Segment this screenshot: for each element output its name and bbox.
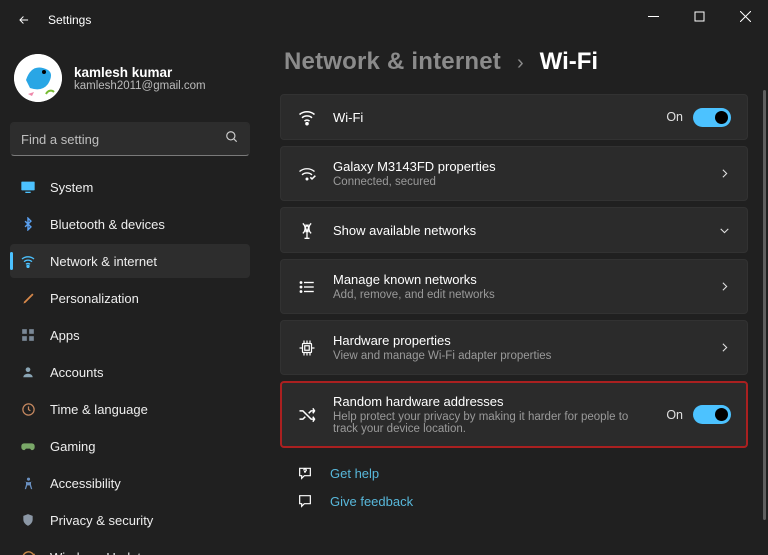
panel-title: Show available networks <box>333 223 702 238</box>
panel-network-properties[interactable]: Galaxy M3143FD properties Connected, sec… <box>280 146 748 201</box>
panel-wifi-toggle[interactable]: Wi-Fi On <box>280 94 748 140</box>
chevron-right-icon <box>718 167 731 180</box>
panel-hardware-properties[interactable]: Hardware properties View and manage Wi-F… <box>280 320 748 375</box>
nav-time[interactable]: Time & language <box>10 392 250 426</box>
antenna-icon <box>297 220 317 240</box>
nav-apps[interactable]: Apps <box>10 318 250 352</box>
chevron-right-icon: › <box>517 52 524 75</box>
panel-title: Manage known networks <box>333 272 702 287</box>
help-icon <box>296 464 314 482</box>
panel-subtitle: Add, remove, and edit networks <box>333 289 702 301</box>
nav-label: Accounts <box>50 365 103 380</box>
search-box[interactable] <box>10 122 250 156</box>
nav-network[interactable]: Network & internet <box>10 244 250 278</box>
avatar <box>14 54 62 102</box>
breadcrumb-current: Wi-Fi <box>540 48 598 76</box>
panel-title: Galaxy M3143FD properties <box>333 159 702 174</box>
accounts-icon <box>20 364 36 380</box>
list-icon <box>297 277 317 297</box>
profile-email: kamlesh2011@gmail.com <box>74 80 206 92</box>
random-hw-toggle[interactable] <box>693 405 731 424</box>
sidebar: kamlesh kumar kamlesh2011@gmail.com Syst… <box>0 40 260 555</box>
feedback-row: Give feedback <box>280 492 748 520</box>
back-button[interactable] <box>4 0 44 40</box>
toggle-state: On <box>666 408 683 422</box>
apps-icon <box>20 327 36 343</box>
breadcrumb: Network & internet › Wi-Fi <box>284 48 748 76</box>
nav-label: Personalization <box>50 291 139 306</box>
nav-label: Accessibility <box>50 476 121 491</box>
toggle-state: On <box>666 110 683 124</box>
chevron-right-icon <box>718 280 731 293</box>
nav-accessibility[interactable]: Accessibility <box>10 466 250 500</box>
search-input[interactable] <box>21 132 225 147</box>
system-icon <box>20 179 36 195</box>
nav-privacy[interactable]: Privacy & security <box>10 503 250 537</box>
maximize-button[interactable] <box>676 0 722 32</box>
profile[interactable]: kamlesh kumar kamlesh2011@gmail.com <box>10 48 250 118</box>
panel-subtitle: View and manage Wi-Fi adapter properties <box>333 350 702 362</box>
panel-title: Hardware properties <box>333 333 702 348</box>
panel-manage-known[interactable]: Manage known networks Add, remove, and e… <box>280 259 748 314</box>
update-icon <box>20 549 36 555</box>
nav-bluetooth[interactable]: Bluetooth & devices <box>10 207 250 241</box>
nav-personalization[interactable]: Personalization <box>10 281 250 315</box>
feedback-icon <box>296 492 314 510</box>
privacy-icon <box>20 512 36 528</box>
wifi-toggle[interactable] <box>693 108 731 127</box>
nav-label: System <box>50 180 93 195</box>
panel-random-hardware[interactable]: Random hardware addresses Help protect y… <box>280 381 748 448</box>
nav-label: Windows Update <box>50 550 148 555</box>
nav-label: Time & language <box>50 402 148 417</box>
wifi-connected-icon <box>297 164 317 184</box>
search-icon <box>225 130 239 149</box>
nav-label: Network & internet <box>50 254 157 269</box>
minimize-button[interactable] <box>630 0 676 32</box>
nav-label: Apps <box>50 328 80 343</box>
accessibility-icon <box>20 475 36 491</box>
feedback-link[interactable]: Give feedback <box>330 494 413 509</box>
panel-title: Random hardware addresses <box>333 394 650 409</box>
nav-label: Gaming <box>50 439 96 454</box>
nav-accounts[interactable]: Accounts <box>10 355 250 389</box>
nav: System Bluetooth & devices Network & int… <box>10 170 250 555</box>
panel-show-available[interactable]: Show available networks <box>280 207 748 253</box>
shuffle-icon <box>297 405 317 425</box>
gaming-icon <box>20 438 36 454</box>
content: Network & internet › Wi-Fi Wi-Fi On Gala… <box>260 40 768 555</box>
chip-icon <box>297 338 317 358</box>
chevron-right-icon <box>718 341 731 354</box>
nav-update[interactable]: Windows Update <box>10 540 250 555</box>
window-title: Settings <box>48 13 91 27</box>
personalization-icon <box>20 290 36 306</box>
wifi-icon <box>297 107 317 127</box>
chevron-down-icon <box>718 224 731 237</box>
close-button[interactable] <box>722 0 768 32</box>
network-icon <box>20 253 36 269</box>
get-help-row: Get help <box>280 454 748 492</box>
breadcrumb-parent[interactable]: Network & internet <box>284 48 501 76</box>
nav-system[interactable]: System <box>10 170 250 204</box>
bluetooth-icon <box>20 216 36 232</box>
nav-label: Privacy & security <box>50 513 153 528</box>
panel-title: Wi-Fi <box>333 110 650 125</box>
panel-subtitle: Connected, secured <box>333 176 702 188</box>
nav-gaming[interactable]: Gaming <box>10 429 250 463</box>
panel-subtitle: Help protect your privacy by making it h… <box>333 411 650 435</box>
nav-label: Bluetooth & devices <box>50 217 165 232</box>
profile-name: kamlesh kumar <box>74 65 206 80</box>
time-icon <box>20 401 36 417</box>
scrollbar[interactable] <box>763 90 766 520</box>
titlebar: Settings <box>0 0 768 40</box>
get-help-link[interactable]: Get help <box>330 466 379 481</box>
